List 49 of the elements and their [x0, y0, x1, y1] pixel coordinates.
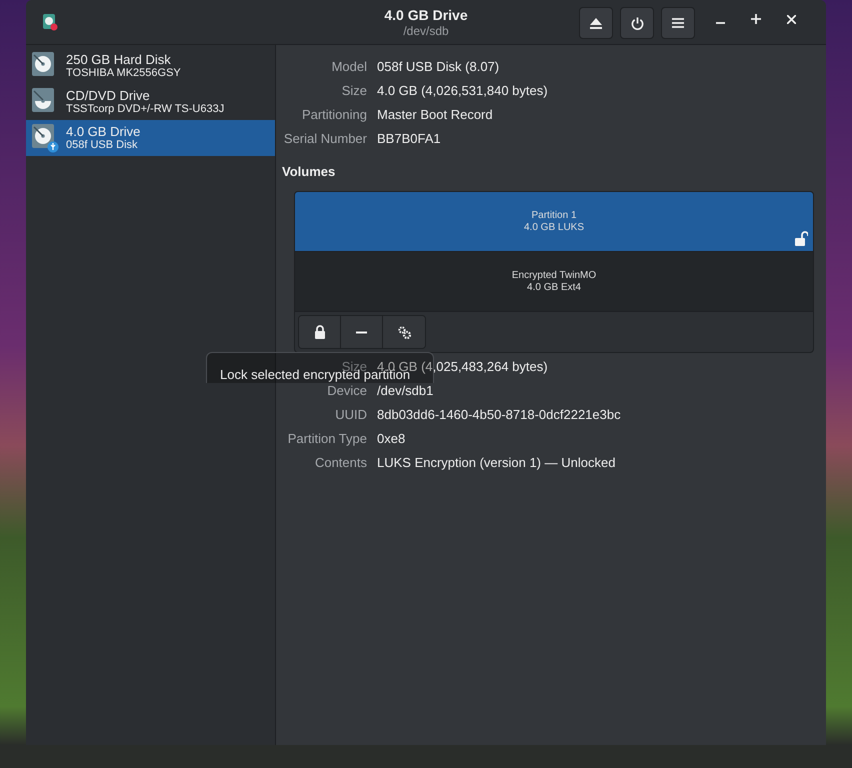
- partition-size: 4.0 GB Ext4: [527, 282, 581, 294]
- padlock-icon: [314, 325, 326, 339]
- usb-disk-icon: [31, 123, 59, 153]
- drive-name: 4.0 GB Drive: [66, 124, 140, 139]
- field-value: Master Boot Record: [377, 106, 493, 124]
- drive-model: TOSHIBA MK2556GSY: [66, 67, 181, 80]
- field-label: Model: [332, 59, 367, 74]
- drive-list-item[interactable]: 4.0 GB Drive 058f USB Disk: [26, 120, 275, 156]
- drive-name: CD/DVD Drive: [66, 88, 151, 103]
- drive-name: 250 GB Hard Disk: [66, 52, 172, 67]
- field-label: Serial Number: [284, 131, 367, 146]
- eject-icon: [590, 18, 602, 28]
- power-icon: [630, 16, 644, 30]
- drive-model: 058f USB Disk: [66, 139, 139, 152]
- close-icon[interactable]: [787, 14, 796, 24]
- field-value: 4.0 GB (4,026,531,840 bytes): [377, 82, 548, 100]
- minus-icon: [356, 330, 367, 334]
- lock-button[interactable]: [299, 316, 341, 348]
- drive-model: TSSTcorp DVD+/-RW TS-U633J: [66, 103, 224, 116]
- settings-button[interactable]: [383, 316, 425, 348]
- partition-block[interactable]: Partition 1 4.0 GB LUKS: [295, 192, 813, 252]
- partition-block[interactable]: Encrypted TwinMO 4.0 GB Ext4: [295, 252, 813, 312]
- field-value: /dev/sdb1: [377, 382, 434, 400]
- settings-icon: [398, 326, 410, 338]
- field-label: UUID: [335, 407, 367, 422]
- partition-name: Partition 1: [531, 210, 577, 222]
- field-value: 058f USB Disk (8.07): [377, 58, 500, 76]
- field-label: Partition Type: [288, 431, 367, 446]
- field-label: Contents: [314, 455, 367, 470]
- window-subtitle: /dev/sdb: [403, 24, 449, 38]
- field-value: BB7B0FA1: [377, 130, 441, 148]
- field-value: 0xe8: [377, 430, 406, 448]
- field-value: 8db03dd6-1460-4b50-8718-0dcf2221e3bc: [377, 406, 621, 424]
- field-value: LUKS Encryption (version 1) — Unlocked: [377, 454, 616, 472]
- power-button[interactable]: [620, 7, 654, 39]
- menu-icon: [672, 18, 684, 28]
- partition-size: 4.0 GB LUKS: [524, 222, 584, 234]
- disk-app-icon: [42, 13, 58, 31]
- partition-name: Encrypted TwinMO: [512, 270, 596, 282]
- field-label: Size: [342, 83, 367, 98]
- maximize-icon[interactable]: [751, 14, 761, 24]
- eject-button[interactable]: [579, 7, 613, 39]
- window-title: 4.0 GB Drive: [384, 7, 468, 24]
- drive-list-item[interactable]: CD/DVD Drive TSSTcorp DVD+/-RW TS-U633J: [26, 84, 275, 120]
- section-heading: Volumes: [282, 164, 336, 180]
- menu-button[interactable]: [661, 7, 695, 39]
- field-label: Partitioning: [302, 107, 367, 122]
- drive-list-item[interactable]: 250 GB Hard Disk TOSHIBA MK2556GSY: [26, 48, 275, 84]
- field-label: Device: [327, 383, 367, 398]
